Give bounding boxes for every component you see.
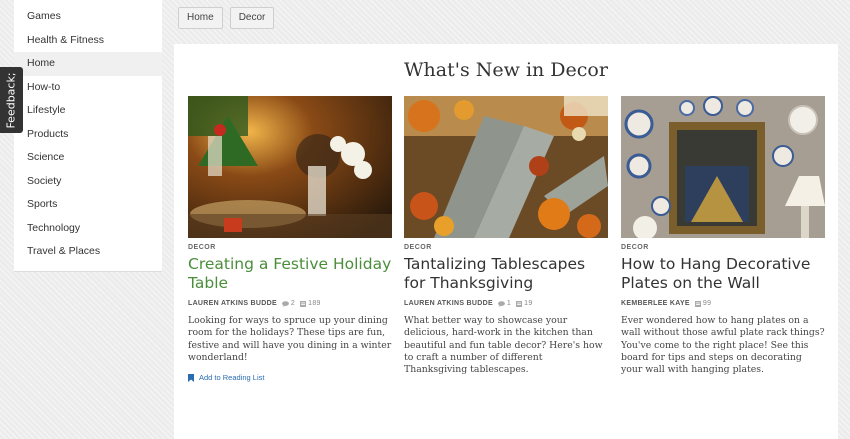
comment-icon [282, 300, 289, 307]
comment-count-value: 2 [290, 300, 296, 307]
sidebar-item-travel-places[interactable]: Travel & Places [14, 240, 162, 264]
tablescape-image [404, 96, 608, 238]
breadcrumb-home[interactable]: Home [178, 7, 223, 29]
decorative-plates-image [621, 96, 825, 238]
holiday-table-image [188, 96, 392, 238]
sidebar-item-society[interactable]: Society [14, 170, 162, 194]
sidebar-item-how-to[interactable]: How-to [14, 76, 162, 100]
comment-count-value: 1 [506, 300, 512, 307]
author-link[interactable]: LAUREN ATKINS BUDDE [404, 300, 493, 307]
add-to-reading-list-link[interactable]: Add to Reading List [188, 373, 392, 382]
article-thumbnail-holiday-table[interactable] [188, 96, 392, 238]
sidebar-item-lifestyle[interactable]: Lifestyle [14, 99, 162, 123]
breadcrumb: Home Decor [178, 7, 275, 29]
view-count: 99 [694, 300, 712, 307]
sidebar-item-science[interactable]: Science [14, 146, 162, 170]
article-description: Ever wondered how to hang plates on a wa… [621, 315, 825, 376]
article-card: DECOR Creating a Festive Holiday Table L… [188, 96, 392, 382]
sidebar-item-home[interactable]: Home [14, 52, 162, 76]
author-link[interactable]: LAUREN ATKINS BUDDE [188, 300, 277, 307]
article-category: DECOR [621, 244, 649, 251]
comment-count: 1 [498, 300, 511, 307]
article-title-link[interactable]: Creating a Festive Holiday Table [188, 255, 392, 293]
author-link[interactable]: KEMBERLEE KAYE [621, 300, 690, 307]
article-thumbnail-decorative-plates[interactable] [621, 96, 825, 238]
article-description: What better way to showcase your delicio… [404, 315, 603, 376]
comment-count: 2 [282, 300, 295, 307]
view-count: 19 [516, 300, 532, 307]
sidebar-item-health-fitness[interactable]: Health & Fitness [14, 29, 162, 53]
view-count: 189 [300, 300, 321, 307]
section-heading: What's New in Decor [404, 59, 608, 81]
sidebar-item-games[interactable]: Games [14, 5, 162, 29]
article-meta: LAUREN ATKINS BUDDE 2 189 [188, 300, 392, 307]
sidebar-item-products[interactable]: Products [14, 123, 162, 147]
article-thumbnail-tablescapes[interactable] [404, 96, 608, 238]
views-icon [694, 300, 701, 307]
article-title-link[interactable]: How to Hang Decorative Plates on the Wal… [621, 255, 825, 293]
article-meta: LAUREN ATKINS BUDDE 1 19 [404, 300, 608, 307]
feedback-label: Feedback; [5, 71, 18, 129]
feedback-tab[interactable]: Feedback; [0, 67, 23, 133]
main-panel: What's New in Decor DECOR Creating a Fes… [174, 44, 838, 439]
article-card: DECOR Tantalizing Tablescapes for Thanks… [404, 96, 608, 376]
reading-list-label: Add to Reading List [199, 373, 265, 383]
article-category: DECOR [404, 244, 432, 251]
comment-icon [498, 300, 505, 307]
bookmark-icon [188, 373, 194, 382]
views-icon [300, 300, 307, 307]
article-card: DECOR How to Hang Decorative Plates on t… [621, 96, 825, 376]
view-count-value: 189 [308, 300, 321, 307]
breadcrumb-decor[interactable]: Decor [229, 7, 275, 29]
view-count-value: 99 [702, 300, 712, 307]
category-sidebar: Games Health & Fitness Home How-to Lifes… [14, 0, 162, 272]
views-icon [516, 300, 523, 307]
sidebar-item-technology[interactable]: Technology [14, 217, 162, 241]
article-category: DECOR [188, 244, 216, 251]
sidebar-item-sports[interactable]: Sports [14, 193, 162, 217]
article-meta: KEMBERLEE KAYE 99 [621, 300, 825, 307]
article-title-link[interactable]: Tantalizing Tablescapes for Thanksgiving [404, 255, 608, 293]
view-count-value: 19 [524, 300, 533, 307]
article-description: Looking for ways to spruce up your dinin… [188, 315, 392, 363]
